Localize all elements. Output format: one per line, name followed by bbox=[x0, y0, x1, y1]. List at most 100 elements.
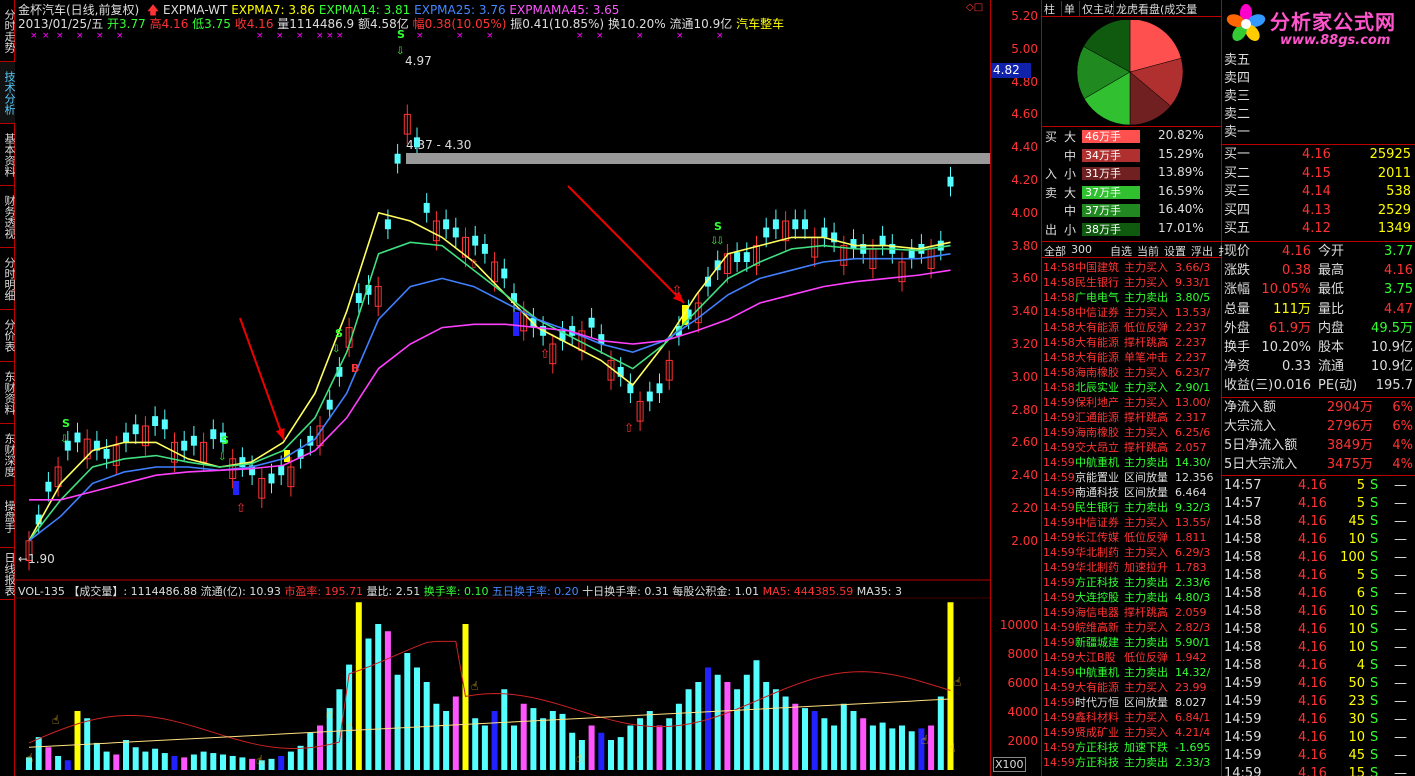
buy-price: 4.14 bbox=[1302, 184, 1331, 199]
trade-row[interactable]: 14:58 大有能源 低位反弹 2.237 bbox=[1042, 320, 1222, 335]
trade-row[interactable]: 14:59 中信证券 主力买入 13.55/ bbox=[1042, 515, 1222, 530]
trade-row[interactable]: 14:58 海南橡胶 主力买入 6.23/7 bbox=[1042, 365, 1222, 380]
tick-volume: 5 bbox=[1356, 496, 1365, 511]
trade-row[interactable]: 14:59 时代万恒 区间放量 8.027 bbox=[1042, 695, 1222, 710]
logo-url: www.88gs.com bbox=[1280, 33, 1391, 48]
trade-row[interactable]: 14:58 中信证券 主力买入 13.53/ bbox=[1042, 305, 1222, 320]
trade-value: 4.21/4 bbox=[1175, 726, 1211, 739]
left-tab-3[interactable]: 财务透视 bbox=[0, 186, 16, 248]
up-arrow-icon: ⇧ bbox=[540, 347, 550, 361]
trade-row[interactable]: 14:58 大有能源 撑杆跳高 2.237 bbox=[1042, 335, 1222, 350]
trade-row[interactable]: 14:59 新疆城建 主力卖出 5.90/1 bbox=[1042, 635, 1222, 650]
quote-value: 4.16 bbox=[1282, 244, 1311, 259]
left-tab-8[interactable]: 操盘手 bbox=[0, 486, 16, 548]
flow-side-label: 卖 bbox=[1045, 186, 1058, 200]
left-tab-1[interactable]: 技术分析 bbox=[0, 62, 16, 124]
trade-value: 1.811 bbox=[1175, 531, 1207, 544]
tick-time: 14:58 bbox=[1224, 640, 1262, 655]
trade-row[interactable]: 14:59 汇通能源 撑杆跳高 2.317 bbox=[1042, 410, 1222, 425]
trade-row[interactable]: 14:59 鑫科材料 主力买入 6.84/1 bbox=[1042, 710, 1222, 725]
trade-action: 撑杆跳高 bbox=[1124, 441, 1168, 454]
tick-time: 14:58 bbox=[1224, 550, 1262, 565]
trade-row[interactable]: 14:59 华北制药 主力买入 6.29/3 bbox=[1042, 545, 1222, 560]
trade-row[interactable]: 14:59 交大昂立 撑杆跳高 2.057 bbox=[1042, 440, 1222, 455]
trade-row[interactable]: 14:59 大有能源 主力买入 23.99 bbox=[1042, 680, 1222, 695]
trade-row[interactable]: 14:59 方正科技 主力卖出 2.33/6 bbox=[1042, 575, 1222, 590]
filter-tab-2[interactable]: 自选 bbox=[1110, 243, 1132, 259]
quote-label: 涨幅 bbox=[1224, 282, 1251, 298]
volume-bar bbox=[840, 703, 847, 770]
trade-row[interactable]: 14:59 大江B股 低位反弹 1.942 bbox=[1042, 650, 1222, 665]
vol-pe: 市盈率: 195.71 bbox=[284, 585, 364, 598]
kline-chart-area[interactable]: × × × × × × × × × × × × × × × × × × × × S S S S S B ⇩ ⇩ ⇩ ⇩ ⇩ ⇩ ⇧ ⇧ ⇧ ⇧ ⇧ ☝ ☝ ☝… bbox=[16, 0, 990, 776]
trade-row[interactable]: 14:59 民生银行 主力卖出 9.32/3 bbox=[1042, 500, 1222, 515]
signal-mark: × bbox=[636, 31, 644, 41]
volume-bar bbox=[443, 711, 450, 770]
tick-list[interactable]: 14:57 4.16 5 S —14:57 4.16 5 S —14:58 4.16 45 S —14:… bbox=[1222, 477, 1415, 776]
trade-signal-list[interactable]: 14:58 中国建筑 主力买入 3.66/3 14:58 民生银行 主力买入 9.33/1 14… bbox=[1042, 260, 1222, 776]
trade-row[interactable]: 14:58 中国建筑 主力买入 3.66/3 bbox=[1042, 260, 1222, 275]
trade-row[interactable]: 14:59 方正科技 加速下跌 -1.695 bbox=[1042, 740, 1222, 755]
signal-mark: × bbox=[316, 31, 324, 41]
trade-action: 主力买入 bbox=[1124, 726, 1168, 739]
filter-tab-5[interactable]: 浮出 bbox=[1191, 243, 1213, 259]
expma7-line bbox=[28, 211, 951, 542]
trade-action: 加速下跌 bbox=[1124, 741, 1168, 754]
signal-mark: × bbox=[116, 31, 124, 41]
trade-row[interactable]: 14:59 京能置业 区间放量 12.356 bbox=[1042, 470, 1222, 485]
trade-row[interactable]: 14:58 广电电气 主力卖出 3.80/5 bbox=[1042, 290, 1222, 305]
buy-level-label: 买五 bbox=[1224, 221, 1251, 236]
trade-row[interactable]: 14:59 中航重机 主力卖出 14.32/ bbox=[1042, 665, 1222, 680]
trade-row[interactable]: 14:59 海南橡胶 主力买入 6.25/6 bbox=[1042, 425, 1222, 440]
left-tab-7[interactable]: 东财深度 bbox=[0, 424, 16, 486]
flow-tab-2[interactable]: 仅主动 bbox=[1082, 1, 1114, 17]
volume-bar bbox=[734, 689, 741, 770]
volume-bar bbox=[74, 711, 81, 770]
trade-row[interactable]: 14:58 北辰实业 主力买入 2.90/1 bbox=[1042, 380, 1222, 395]
filter-tab-1[interactable]: 300 bbox=[1071, 243, 1092, 256]
trade-value: 4.80/3 bbox=[1175, 591, 1211, 604]
left-tab-9[interactable]: 日线报表 bbox=[0, 548, 16, 600]
tick-volume: 6 bbox=[1356, 586, 1365, 601]
trade-row[interactable]: 14:59 南通科技 区间放量 6.464 bbox=[1042, 485, 1222, 500]
trade-row[interactable]: 14:59 方正科技 主力卖出 2.33/3 bbox=[1042, 755, 1222, 770]
trade-row[interactable]: 14:59 皖维高新 主力买入 2.82/3 bbox=[1042, 620, 1222, 635]
sector-label[interactable]: 汽车整车 bbox=[736, 17, 784, 31]
chart-corner-icon[interactable]: ◇□ bbox=[966, 2, 983, 13]
filter-tab-0[interactable]: 全部 bbox=[1044, 243, 1066, 259]
signal-label: S bbox=[335, 327, 343, 340]
trade-row[interactable]: 14:58 大有能源 单笔冲击 2.237 bbox=[1042, 350, 1222, 365]
trade-row[interactable]: 14:59 保利地产 主力买入 13.00/ bbox=[1042, 395, 1222, 410]
trade-stock: 海南橡胶 bbox=[1075, 426, 1119, 439]
left-tab-6[interactable]: 东财资料 bbox=[0, 362, 16, 424]
trade-row[interactable]: 14:59 大连控股 主力卖出 4.80/3 bbox=[1042, 590, 1222, 605]
vol-indicator-name[interactable]: VOL-135 bbox=[18, 585, 65, 598]
trade-value: 2.057 bbox=[1175, 441, 1207, 454]
left-tab-0[interactable]: 分时走势 bbox=[0, 0, 16, 62]
trade-stock: 海南橡胶 bbox=[1075, 366, 1119, 379]
trade-action: 主力买入 bbox=[1124, 516, 1168, 529]
flow-tab-3[interactable]: 龙虎看盘(成交量 bbox=[1116, 1, 1226, 17]
candle-body bbox=[821, 227, 828, 238]
tick-extra: — bbox=[1394, 514, 1407, 529]
trade-row[interactable]: 14:59 长江传媒 低位反弹 1.811 bbox=[1042, 530, 1222, 545]
trade-row[interactable]: 14:59 华北制药 加速拉升 1.783 bbox=[1042, 560, 1222, 575]
sell-level-label: 卖二 bbox=[1224, 107, 1251, 122]
filter-tab-3[interactable]: 当前 bbox=[1137, 243, 1159, 259]
flow-tab-1[interactable]: 单 bbox=[1064, 1, 1080, 17]
left-tab-4[interactable]: 分时明细 bbox=[0, 248, 16, 310]
flow-tab-0[interactable]: 柱 bbox=[1044, 1, 1062, 17]
trade-time: 14:59 bbox=[1043, 666, 1075, 679]
candle-body bbox=[452, 227, 459, 238]
trade-row[interactable]: 14:59 贤成矿业 主力买入 4.21/4 bbox=[1042, 725, 1222, 740]
filter-tab-4[interactable]: 设置 bbox=[1164, 243, 1186, 259]
volume-bar bbox=[928, 725, 935, 770]
trade-time: 14:59 bbox=[1043, 561, 1075, 574]
trade-row[interactable]: 14:58 民生银行 主力买入 9.33/1 bbox=[1042, 275, 1222, 290]
left-tab-2[interactable]: 基本资料 bbox=[0, 124, 16, 186]
left-tab-5[interactable]: 分价表 bbox=[0, 310, 16, 362]
trade-row[interactable]: 14:59 海信电器 撑杆跳高 2.059 bbox=[1042, 605, 1222, 620]
trade-row[interactable]: 14:59 中航重机 主力卖出 14.30/ bbox=[1042, 455, 1222, 470]
kline-svg[interactable]: × × × × × × × × × × × × × × × × × × × ×SSSSSB⇩⇩⇩⇩⇩⇩⇧⇧⇧⇧⇧☝☝ ☝… bbox=[16, 0, 990, 776]
tick-volume: 100 bbox=[1340, 550, 1365, 565]
